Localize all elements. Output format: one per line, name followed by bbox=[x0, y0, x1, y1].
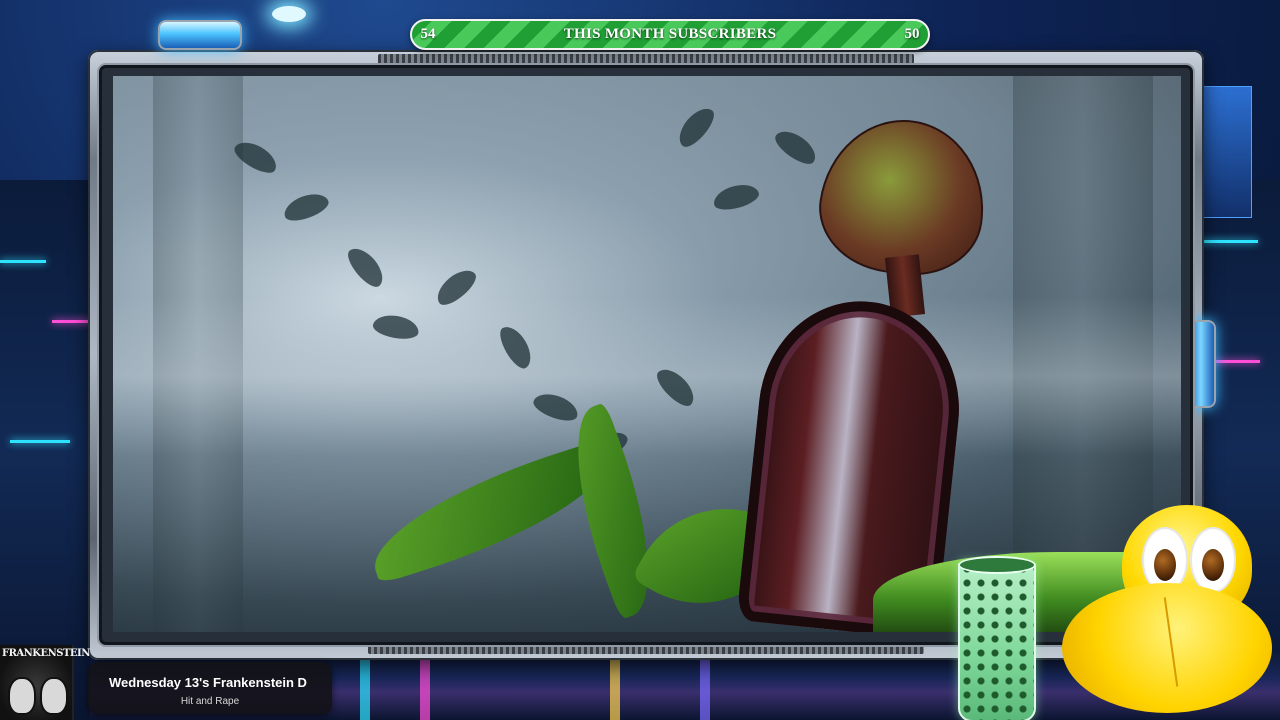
koopa-mascot-icon bbox=[1062, 505, 1280, 720]
track-title: Wednesday 13's Frankenstein D bbox=[109, 675, 307, 690]
frame-capsule-light bbox=[158, 20, 242, 50]
subscriber-current-count: 54 bbox=[420, 26, 436, 42]
frame-capsule-light-right bbox=[1186, 320, 1216, 408]
game-viewport bbox=[113, 76, 1181, 632]
stream-overlay: 54 THIS MONTH SUBSCRIBERS 50 FRANKENSTEI… bbox=[0, 0, 1280, 720]
clover-cup-icon bbox=[958, 556, 1036, 720]
subscriber-goal-title: THIS MONTH SUBSCRIBERS bbox=[563, 26, 777, 42]
frame-vent-bottom bbox=[368, 644, 924, 654]
subscriber-goal-bar: 54 THIS MONTH SUBSCRIBERS 50 bbox=[410, 19, 930, 50]
album-art-logo-text: FRANKENSTEIN bbox=[2, 648, 90, 659]
track-artist: Hit and Rape bbox=[180, 696, 240, 707]
album-art: FRANKENSTEIN bbox=[0, 645, 90, 720]
subscriber-target-count: 50 bbox=[904, 26, 920, 42]
now-playing-panel: Wednesday 13's Frankenstein D Hit and Ra… bbox=[88, 662, 332, 714]
frame-vent-top bbox=[378, 54, 914, 64]
now-playing-widget: FRANKENSTEIN Wednesday 13's Frankenstein… bbox=[0, 645, 340, 720]
neon-tower bbox=[1202, 86, 1252, 218]
streetlamp-light bbox=[272, 6, 306, 22]
